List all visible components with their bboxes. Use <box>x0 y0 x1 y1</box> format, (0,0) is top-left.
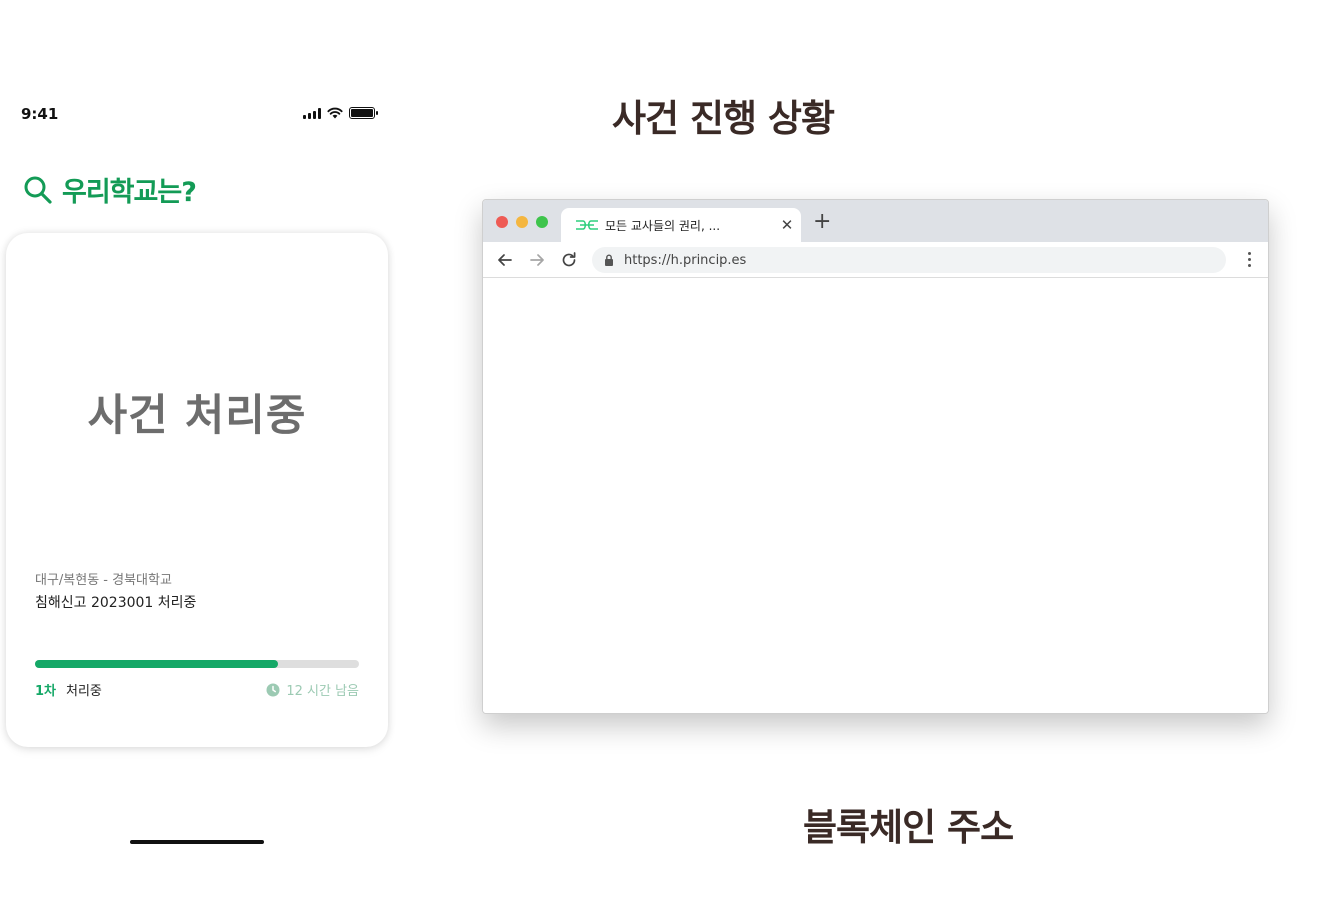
progress-heading: 사건 진행 상황 <box>612 97 835 140</box>
address-bar[interactable]: https://h.princip.es <box>592 247 1226 273</box>
blockchain-heading: 블록체인 주소 <box>803 806 1014 849</box>
progress-fill <box>35 660 278 668</box>
tab-title: 모든 교사들의 권리, ... <box>605 218 721 233</box>
tab-bar: 모든 교사들의 권리, ... ✕ + <box>483 200 1268 242</box>
time-remaining: 12 시간 남음 <box>266 680 359 699</box>
maximize-window-button[interactable] <box>536 216 548 228</box>
time-remaining-text: 12 시간 남음 <box>286 684 359 699</box>
case-description: 침해신고 2023001 처리중 <box>35 595 197 611</box>
progress-bar <box>35 660 359 668</box>
site-favicon-icon <box>576 220 598 230</box>
clock-icon <box>266 683 280 696</box>
browser-viewport <box>483 279 1268 713</box>
url-text[interactable]: https://h.princip.es <box>624 253 746 268</box>
new-tab-icon[interactable]: + <box>813 211 831 233</box>
school-search-header[interactable]: 우리학교는? <box>22 170 197 209</box>
status-time: 9:41 <box>21 105 59 123</box>
search-icon[interactable] <box>22 174 54 206</box>
stage-text: 처리중 <box>66 684 102 699</box>
battery-icon <box>349 107 378 119</box>
home-indicator[interactable] <box>130 840 264 844</box>
page-title: 우리학교는? <box>62 177 197 208</box>
browser-tab[interactable]: 모든 교사들의 권리, ... ✕ <box>561 208 801 242</box>
browser-toolbar: https://h.princip.es <box>483 242 1268 278</box>
case-location: 대구/복현동 - 경북대학교 <box>35 573 172 588</box>
signal-icon <box>303 107 321 119</box>
reload-icon[interactable] <box>559 250 579 270</box>
more-menu-icon[interactable] <box>1248 252 1252 267</box>
stage-indicator: 1차 처리중 <box>35 680 102 699</box>
minimize-window-button[interactable] <box>516 216 528 228</box>
case-card[interactable]: 사건 처리중 대구/복현동 - 경북대학교 침해신고 2023001 처리중 1… <box>6 233 388 747</box>
wifi-icon <box>327 107 343 119</box>
browser-window: 모든 교사들의 권리, ... ✕ + https://h.princip.es <box>482 199 1269 714</box>
status-icons <box>303 107 378 119</box>
close-window-button[interactable] <box>496 216 508 228</box>
lock-icon <box>605 254 613 266</box>
case-status: 사건 처리중 <box>87 391 307 441</box>
back-arrow-icon[interactable] <box>495 250 515 270</box>
tab-close-icon[interactable]: ✕ <box>773 216 801 234</box>
forward-arrow-icon[interactable] <box>527 250 547 270</box>
stage-number: 1차 <box>35 684 57 699</box>
